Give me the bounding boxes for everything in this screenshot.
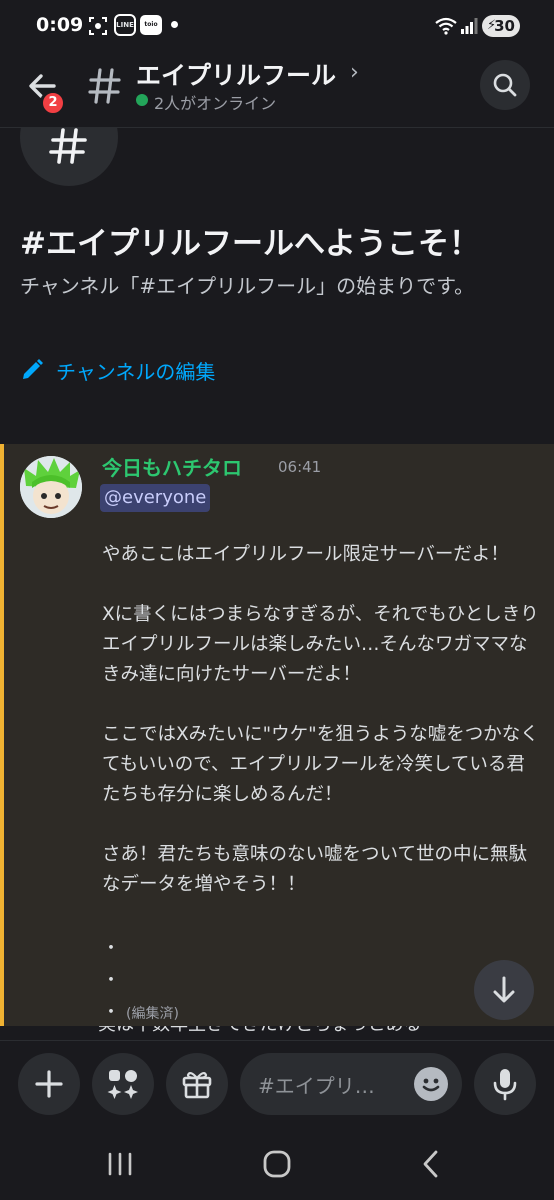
- notification-dot-icon: [171, 21, 178, 28]
- message-input-placeholder: #エイプリ…: [258, 1074, 375, 1098]
- emoji-button[interactable]: [414, 1067, 448, 1101]
- channel-header: 2 エイプリルフール › 2人がオンライン: [0, 54, 554, 128]
- channel-hash-icon: [88, 68, 121, 104]
- chevron-right-icon[interactable]: ›: [350, 60, 359, 85]
- recent-apps-button[interactable]: [100, 1144, 140, 1184]
- arrow-down-icon: [493, 976, 515, 1003]
- bullet-line: ・: [102, 938, 120, 959]
- voice-message-button[interactable]: [474, 1053, 536, 1115]
- avatar[interactable]: [20, 456, 82, 518]
- hash-icon: [49, 128, 87, 164]
- bullet-line: ・ (編集済): [102, 998, 179, 1024]
- bullet-mark: ・: [102, 1002, 120, 1023]
- bolt-icon: ⚡: [487, 18, 497, 33]
- system-back-button[interactable]: [412, 1144, 452, 1184]
- pencil-icon: [23, 359, 43, 379]
- message-body: やあここはエイプリルフール限定サーバーだよ！ Xに書くにはつまらなすぎるが、それ…: [102, 540, 542, 930]
- welcome-subtitle: チャンネル「#エイプリルフール」の始まりです。: [20, 274, 475, 298]
- channel-title[interactable]: エイプリルフール: [136, 56, 336, 92]
- jump-to-bottom-button[interactable]: [474, 960, 534, 1020]
- online-status-dot: [136, 94, 148, 106]
- plus-icon: [35, 1070, 63, 1098]
- battery-level: 30: [494, 17, 515, 35]
- search-icon: [493, 73, 517, 97]
- line-icon: LINE: [114, 14, 136, 36]
- everyone-mention[interactable]: @everyone: [100, 484, 211, 512]
- next-message-text: 実は十数年生きてきたけどちょっとある: [98, 1026, 421, 1035]
- next-message-partial: 実は十数年生きてきたけどちょっとある: [98, 1026, 538, 1040]
- emoji-smile-icon: [422, 1078, 440, 1092]
- apps-button[interactable]: [92, 1053, 154, 1115]
- welcome-title: #エイプリルフールへようこそ！: [20, 226, 480, 262]
- message-timestamp: 06:41: [278, 458, 322, 476]
- sparkle-apps-icon: [107, 1070, 138, 1099]
- add-attachment-button[interactable]: [18, 1053, 80, 1115]
- battery-icon: ⚡ 30: [482, 15, 520, 37]
- message-paragraph: やあここはエイプリルフール限定サーバーだよ！: [102, 544, 509, 565]
- app-icon: toio: [140, 15, 162, 35]
- online-count: 2人がオンライン: [154, 94, 277, 113]
- message-paragraph: ここではXみたいに"ウケ"を狙うような嘘をつかなくてもいいので、エイプリルフール…: [102, 724, 539, 805]
- gift-button[interactable]: [166, 1053, 228, 1115]
- search-button[interactable]: [480, 60, 530, 110]
- edit-channel-label: チャンネルの編集: [56, 360, 216, 384]
- home-icon: [263, 1150, 291, 1178]
- unread-badge: 2: [40, 90, 66, 116]
- status-bar: 0:09 LINE toio ⚡ 30: [0, 0, 554, 54]
- message-author[interactable]: 今日もハチタロ: [102, 452, 242, 481]
- screenshot-icon: [89, 17, 107, 35]
- chevron-left-icon: [423, 1150, 438, 1178]
- message-input[interactable]: #エイプリ…: [240, 1053, 462, 1115]
- signal-icon: [461, 18, 478, 34]
- system-navigation-bar: [0, 1124, 554, 1200]
- avatar-image: [20, 456, 82, 518]
- message-paragraph: さあ！君たちも意味のない嘘をついて世の中に無駄なデータを増やそう！！: [102, 844, 527, 895]
- message[interactable]: 今日もハチタロ 06:41 @everyone やあここはエイプリルフール限定サ…: [0, 444, 554, 1026]
- recent-apps-icon: [108, 1152, 132, 1176]
- status-time: 0:09: [36, 14, 84, 36]
- edited-label: (編集済): [126, 1006, 179, 1022]
- message-composer: #エイプリ…: [0, 1040, 554, 1124]
- microphone-icon: [493, 1069, 517, 1101]
- wifi-icon: [435, 17, 457, 35]
- bullet-line: ・: [102, 970, 120, 991]
- gift-icon: [182, 1071, 212, 1099]
- home-button[interactable]: [257, 1144, 297, 1184]
- message-paragraph: Xに書くにはつまらなすぎるが、それでもひとしきりエイプリルフールは楽しみたい…そ…: [102, 604, 539, 685]
